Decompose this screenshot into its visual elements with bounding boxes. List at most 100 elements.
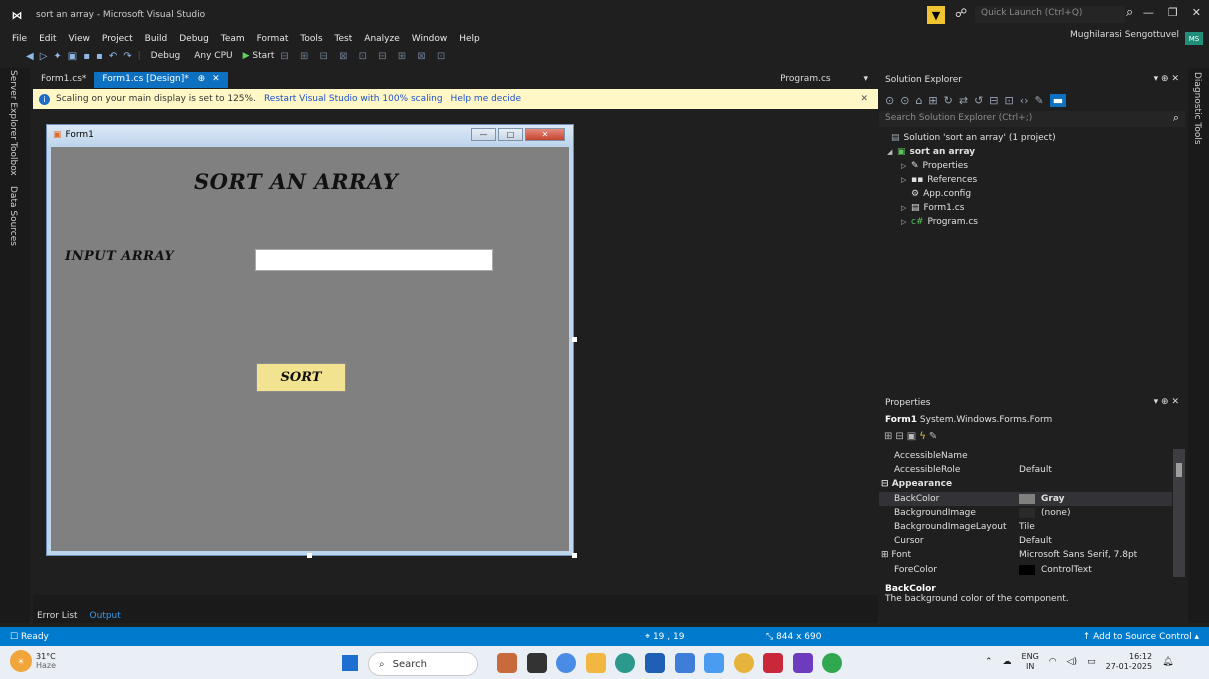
property-row[interactable]: AccessibleRole Default — [879, 463, 1172, 477]
diagnostic-tools-tab[interactable]: Diagnostic Tools — [1192, 72, 1202, 145]
menu-project[interactable]: Project — [96, 34, 139, 44]
taskbar-search[interactable]: ⌕ Search — [368, 652, 478, 676]
tab-form1-code[interactable]: Form1.cs* — [33, 72, 94, 88]
view-code-icon[interactable]: ‹› — [1020, 94, 1029, 107]
notification-filter-icon[interactable]: ▼ — [927, 6, 945, 24]
resize-handle[interactable] — [572, 553, 577, 558]
menu-help[interactable]: Help — [453, 34, 486, 44]
save-all-icon[interactable]: ▪ — [96, 51, 103, 62]
tree-item-form1[interactable]: ▷ ▤ Form1.cs — [879, 201, 1185, 215]
open-file-icon[interactable]: ▣ — [68, 51, 77, 62]
alphabetical-icon[interactable]: ⊟ — [895, 431, 903, 442]
menu-format[interactable]: Format — [251, 34, 295, 44]
sort-button[interactable]: SORT — [256, 363, 346, 392]
property-value[interactable]: Gray — [1019, 493, 1065, 504]
restore-icon[interactable]: ❐ — [1168, 6, 1178, 19]
whatsapp-icon[interactable] — [822, 653, 842, 673]
property-value[interactable]: Tile — [1019, 522, 1035, 532]
weather-widget[interactable]: ☀ 31°C Haze — [10, 650, 56, 672]
tree-project[interactable]: ◢ ▣ sort an array — [879, 145, 1185, 159]
property-pages-icon[interactable]: ✎ — [929, 431, 937, 442]
property-row[interactable]: BackgroundImage (none) — [879, 506, 1172, 520]
dropdown-chevron-icon[interactable]: ▾ — [863, 74, 868, 84]
platform-dropdown[interactable]: Any CPU — [190, 51, 236, 61]
collapsed-arrow-icon[interactable]: ▷ — [901, 218, 911, 226]
tree-item-program[interactable]: ▷ c# Program.cs — [879, 215, 1185, 229]
edge-icon[interactable] — [615, 653, 635, 673]
mcafee-icon[interactable] — [763, 653, 783, 673]
switch-views-icon[interactable]: ⊞ — [928, 94, 937, 107]
undo-icon[interactable]: ↶ — [109, 51, 117, 62]
collapsed-arrow-icon[interactable]: ▷ — [901, 176, 911, 184]
form-maximize-icon[interactable]: □ — [498, 128, 523, 141]
property-row[interactable]: BackgroundImageLayout Tile — [879, 520, 1172, 534]
property-row[interactable]: AccessibleName — [879, 449, 1172, 463]
tree-item-references[interactable]: ▷ ▪▪ References — [879, 173, 1185, 187]
close-tab-icon[interactable]: ✕ — [212, 74, 220, 84]
tree-solution[interactable]: ▤ Solution 'sort an array' (1 project) — [879, 131, 1185, 145]
form1-window[interactable]: ▣ Form1 — □ ✕ SORT AN ARRAY INPUT ARRAY … — [46, 124, 574, 556]
pin-icon[interactable]: ⊕ — [198, 74, 206, 84]
chrome-icon[interactable] — [734, 653, 754, 673]
form-minimize-icon[interactable]: — — [471, 128, 496, 141]
property-value[interactable]: (none) — [1019, 507, 1070, 518]
property-row[interactable]: ForeColor ControlText — [879, 563, 1172, 577]
search-icon[interactable]: ⌕ — [1173, 111, 1179, 125]
properties-view-icon[interactable]: ▣ — [907, 431, 916, 442]
restart-scaling-link[interactable]: Restart Visual Studio with 100% scaling — [264, 94, 443, 104]
properties-wrench-icon[interactable]: ✎ — [1035, 94, 1044, 107]
language-indicator[interactable]: ENG IN — [1022, 652, 1039, 672]
form-client-area[interactable]: SORT AN ARRAY INPUT ARRAY SORT — [51, 147, 569, 551]
property-value[interactable]: ControlText — [1019, 564, 1092, 575]
quick-launch-input[interactable]: Quick Launch (Ctrl+Q) — [975, 6, 1125, 23]
expand-icon[interactable]: ⊞ — [881, 550, 891, 560]
property-value[interactable]: Microsoft Sans Serif, 7.8pt — [1019, 550, 1137, 560]
menu-file[interactable]: File — [0, 34, 33, 44]
help-me-decide-link[interactable]: Help me decide — [451, 94, 522, 104]
properties-object-selector[interactable]: Form1 System.Windows.Forms.Form — [879, 413, 1185, 429]
windows-start-icon[interactable] — [342, 655, 358, 671]
solution-explorer-search[interactable]: Search Solution Explorer (Ctrl+;) ⌕ — [879, 111, 1185, 127]
app-icon[interactable] — [497, 653, 517, 673]
collapse-all-icon[interactable]: ⊟ — [989, 94, 998, 107]
scrollbar-thumb[interactable] — [1176, 463, 1182, 477]
resize-handle[interactable] — [572, 337, 577, 342]
input-array-textbox[interactable] — [255, 249, 493, 271]
property-row[interactable]: ⊟ Appearance — [879, 477, 1172, 491]
copilot-icon[interactable] — [556, 653, 576, 673]
menu-test[interactable]: Test — [329, 34, 359, 44]
pane-controls[interactable]: ▾ ⊕ ✕ — [1154, 74, 1179, 84]
data-sources-tab[interactable]: Data Sources — [8, 186, 18, 246]
account-badge[interactable]: MS — [1185, 32, 1203, 45]
tab-output[interactable]: Output — [86, 610, 125, 622]
minimize-icon[interactable]: — — [1143, 6, 1154, 19]
app-icon[interactable] — [704, 653, 724, 673]
wifi-icon[interactable]: ◠ — [1049, 657, 1057, 667]
preview-icon[interactable]: ▬ — [1049, 93, 1067, 107]
property-value[interactable]: Default — [1019, 536, 1052, 546]
property-row[interactable]: ⊞ Font Microsoft Sans Serif, 7.8pt — [879, 548, 1172, 562]
server-explorer-tab[interactable]: Server Explorer — [8, 70, 18, 140]
save-icon[interactable]: ▪ — [83, 51, 90, 62]
tab-program-cs[interactable]: Program.cs ▾ — [780, 74, 868, 84]
cloud-icon[interactable]: ☁ — [1003, 657, 1012, 667]
resize-handle[interactable] — [307, 553, 312, 558]
menu-view[interactable]: View — [63, 34, 96, 44]
show-all-files-icon[interactable]: ⊡ — [1005, 94, 1014, 107]
store-icon[interactable] — [645, 653, 665, 673]
volume-icon[interactable]: ◁) — [1067, 657, 1077, 667]
menu-edit[interactable]: Edit — [33, 34, 62, 44]
start-debug-button[interactable]: ▶ Start — [243, 51, 275, 61]
property-row[interactable]: BackColor Gray — [879, 491, 1172, 506]
collapsed-arrow-icon[interactable]: ▷ — [901, 204, 911, 212]
form-close-icon[interactable]: ✕ — [525, 128, 565, 141]
close-icon[interactable]: ✕ — [1192, 6, 1201, 19]
close-icon[interactable]: ✕ — [860, 94, 868, 104]
collapsed-arrow-icon[interactable]: ▷ — [901, 162, 911, 170]
menu-build[interactable]: Build — [139, 34, 174, 44]
history-icon[interactable]: ↻ — [944, 94, 953, 107]
feedback-icon[interactable]: ☍ — [955, 6, 967, 20]
menu-window[interactable]: Window — [406, 34, 454, 44]
app-icon[interactable] — [675, 653, 695, 673]
pane-controls[interactable]: ▾ ⊕ ✕ — [1154, 397, 1179, 407]
